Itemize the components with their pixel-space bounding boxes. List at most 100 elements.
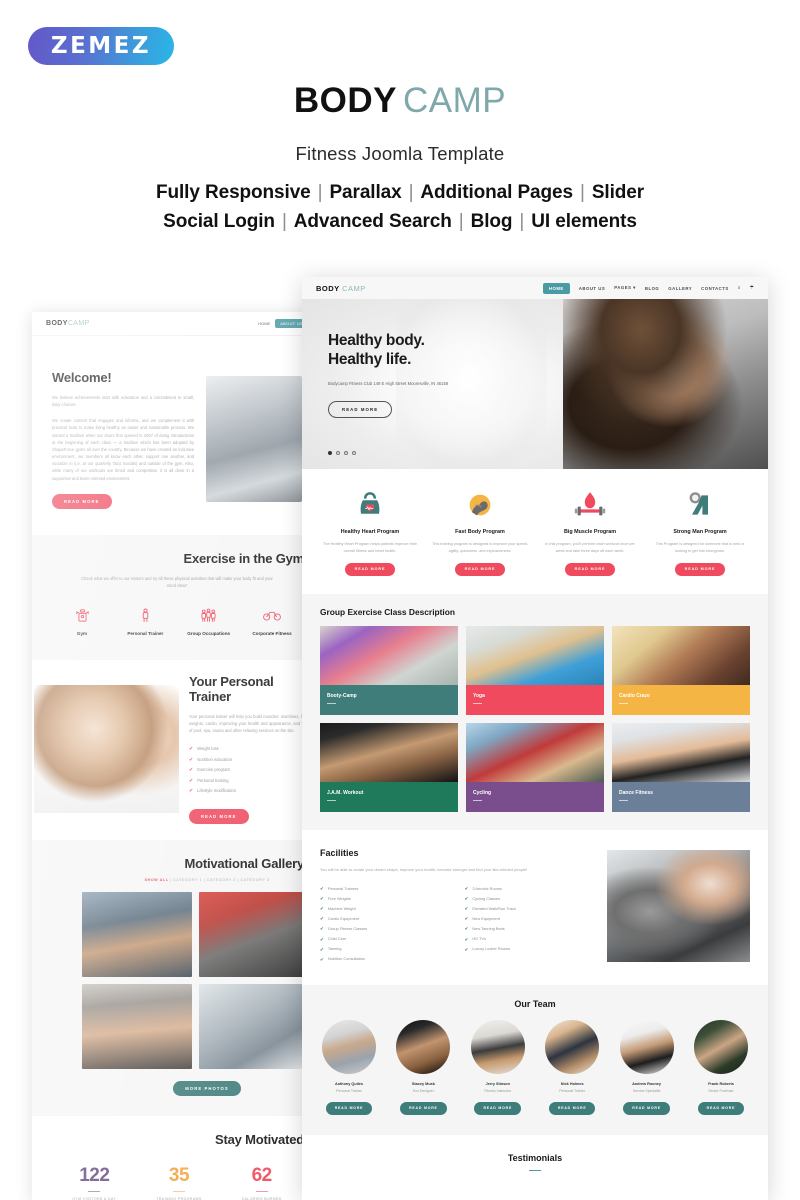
nav-item-home[interactable]: HOME	[542, 282, 570, 294]
slider-dot[interactable]	[344, 451, 348, 455]
hero-image	[563, 299, 768, 469]
check-icon: ✔	[464, 936, 469, 942]
team-member: Anthony Quiles Personal Trainer READ MOR…	[316, 1019, 382, 1115]
list-item: ✔ Weight loss	[189, 744, 308, 755]
mockup2-exercise-section: Exercise in the Gym Check what we offer …	[32, 534, 322, 660]
zemez-logo[interactable]: ZEMEZ	[28, 27, 174, 65]
program-read-more-button[interactable]: READ MORE	[344, 562, 396, 576]
gallery-image[interactable]	[198, 983, 308, 1069]
welcome-read-more-button[interactable]: READ MORE	[52, 493, 112, 509]
exercise-item[interactable]: Gym	[56, 605, 108, 638]
team-member: Nick Holmes Personal Trainer READ MORE	[539, 1019, 605, 1115]
mockup2-welcome-section: Welcome! We believe achievements start w…	[32, 336, 322, 535]
exercise-item[interactable]: Group Occupations	[183, 605, 235, 638]
exercise-label: Personal Trainer	[127, 631, 164, 637]
stat-item: 62 CALORIES BURNED	[242, 1165, 282, 1200]
class-card[interactable]: Yoga	[466, 625, 604, 715]
class-card[interactable]: Booty-Camp	[320, 625, 458, 715]
team-member-role: Senior Foreman	[708, 1088, 734, 1093]
class-card[interactable]: Dance Fitness	[612, 722, 750, 812]
nav-item-about-us[interactable]: ABOUT US	[579, 286, 605, 291]
team-read-more-button[interactable]: READ MORE	[400, 1101, 447, 1115]
feature-item: Blog	[470, 211, 513, 233]
facilities-desc: You will be able to create your dream sh…	[320, 866, 528, 872]
welcome-lead: We believe achievements start with educa…	[52, 395, 194, 408]
testimonials-heading: Testimonials	[507, 1152, 563, 1163]
mockup2-nav-items: HOME ABOUT US	[258, 319, 308, 328]
secondary-page-mockup[interactable]: BODYCAMP HOME ABOUT US Welcome! We belie…	[32, 312, 322, 1200]
gallery-image[interactable]	[82, 891, 192, 977]
feature-item: Slider	[591, 182, 645, 203]
stat-divider	[255, 1190, 268, 1192]
gallery-filter[interactable]: | CATEGORY 2	[204, 878, 236, 882]
class-card[interactable]: Cycling	[466, 722, 604, 812]
check-icon: ✔	[189, 746, 194, 753]
site-logo-secondary: CAMP	[342, 283, 366, 293]
team-read-more-button[interactable]: READ MORE	[623, 1101, 670, 1115]
nav-item-gallery[interactable]: GALLERY	[668, 286, 692, 291]
mockup2-logo-primary: BODY	[46, 320, 68, 327]
hero-slider[interactable]: Healthy body. Healthy life. Bodycamp Fit…	[302, 299, 768, 469]
gallery-filter[interactable]: | CATEGORY 1	[170, 878, 202, 882]
nav-item-pages[interactable]: PAGES ▾	[614, 285, 636, 291]
list-item-label: Weight loss	[197, 746, 219, 751]
user-icon[interactable]: ☂	[750, 285, 754, 291]
list-item-label: Cardio Equipment	[327, 916, 360, 922]
feature-separator: |	[317, 182, 323, 203]
mockup2-nav-home[interactable]: HOME	[258, 321, 270, 326]
team-read-more-button[interactable]: READ MORE	[697, 1101, 745, 1115]
exercise-item[interactable]: Corporate Fitness	[246, 605, 298, 638]
nav-item-contacts[interactable]: CONTACTS	[701, 286, 729, 291]
site-logo[interactable]: BODY CAMP	[316, 284, 366, 293]
gallery-filter[interactable]: | CATEGORY 3	[237, 878, 269, 882]
team-member-name: Jerry Stinson	[485, 1081, 510, 1086]
list-item: ✔ Group Fitness Classes	[320, 924, 449, 934]
gallery-filters: SHOW ALL | CATEGORY 1 | CATEGORY 2 | CAT…	[32, 878, 322, 882]
nav-item-blog[interactable]: BLOG	[645, 286, 659, 291]
slider-dots[interactable]	[328, 451, 356, 455]
slider-dot[interactable]	[352, 451, 356, 455]
class-card[interactable]: J.A.M. Workout	[320, 722, 458, 812]
testimonials-section: Testimonials	[302, 1134, 768, 1172]
list-item-label: Free Weights	[327, 895, 351, 901]
mockup2-logo-secondary: CAMP	[67, 320, 90, 327]
slider-dot[interactable]	[336, 451, 340, 455]
gym-machine-icon	[56, 605, 108, 625]
mockup2-stats-section: Stay Motivated 122 GYM VISITORS A DAY 35…	[32, 1115, 322, 1200]
gallery-image[interactable]	[82, 983, 192, 1069]
check-icon: ✔	[189, 767, 194, 774]
more-photos-button[interactable]: MORE PHOTOS	[173, 1080, 241, 1096]
mockup2-navbar: BODYCAMP HOME ABOUT US	[32, 312, 322, 336]
search-icon[interactable]: ⌕	[738, 285, 741, 291]
check-icon: ✔	[464, 946, 469, 952]
welcome-body: We create content that engages and infor…	[52, 418, 194, 481]
gallery-image[interactable]	[198, 891, 308, 977]
feature-item: Fully Responsive	[155, 182, 311, 203]
class-card[interactable]: Cardio Craze	[612, 625, 750, 715]
program-read-more-button[interactable]: READ MORE	[674, 562, 726, 576]
gallery-filter-active[interactable]: SHOW ALL	[144, 878, 168, 882]
exercise-item[interactable]: Personal Trainer	[119, 605, 171, 638]
program-read-more-button[interactable]: READ MORE	[564, 562, 616, 576]
class-caption: Yoga	[466, 684, 604, 715]
list-item: ✔ Lifestyle modification	[189, 786, 308, 797]
team-member-role: Eco Designer	[412, 1088, 434, 1093]
trainer-read-more-button[interactable]: READ MORE	[189, 808, 249, 824]
primary-page-mockup[interactable]: BODY CAMP HOME ABOUT US PAGES ▾ BLOG GAL…	[302, 277, 768, 1200]
team-read-more-button[interactable]: READ MORE	[548, 1101, 596, 1115]
class-caption: Dance Fitness	[612, 781, 750, 812]
gallery-filter-label: CATEGORY 3	[240, 877, 270, 882]
team-read-more-button[interactable]: READ MORE	[474, 1101, 522, 1115]
program-card: Healthy Heart Program The Healthy Heart …	[318, 485, 422, 576]
team-read-more-button[interactable]: READ MORE	[325, 1101, 373, 1115]
hero-read-more-button[interactable]: READ MORE	[328, 400, 393, 418]
program-title: Healthy Heart Program	[340, 529, 400, 535]
slider-dot-active[interactable]	[328, 451, 332, 455]
bicycle-icon	[246, 605, 298, 625]
check-icon: ✔	[320, 956, 324, 962]
list-item-label: Lifestyle modification	[197, 788, 237, 793]
main-menu: HOME ABOUT US PAGES ▾ BLOG GALLERY CONTA…	[542, 282, 754, 294]
class-caption: Booty-Camp	[320, 684, 458, 715]
team-row: Anthony Quiles Personal Trainer READ MOR…	[316, 1019, 754, 1115]
program-read-more-button[interactable]: READ MORE	[454, 562, 506, 576]
